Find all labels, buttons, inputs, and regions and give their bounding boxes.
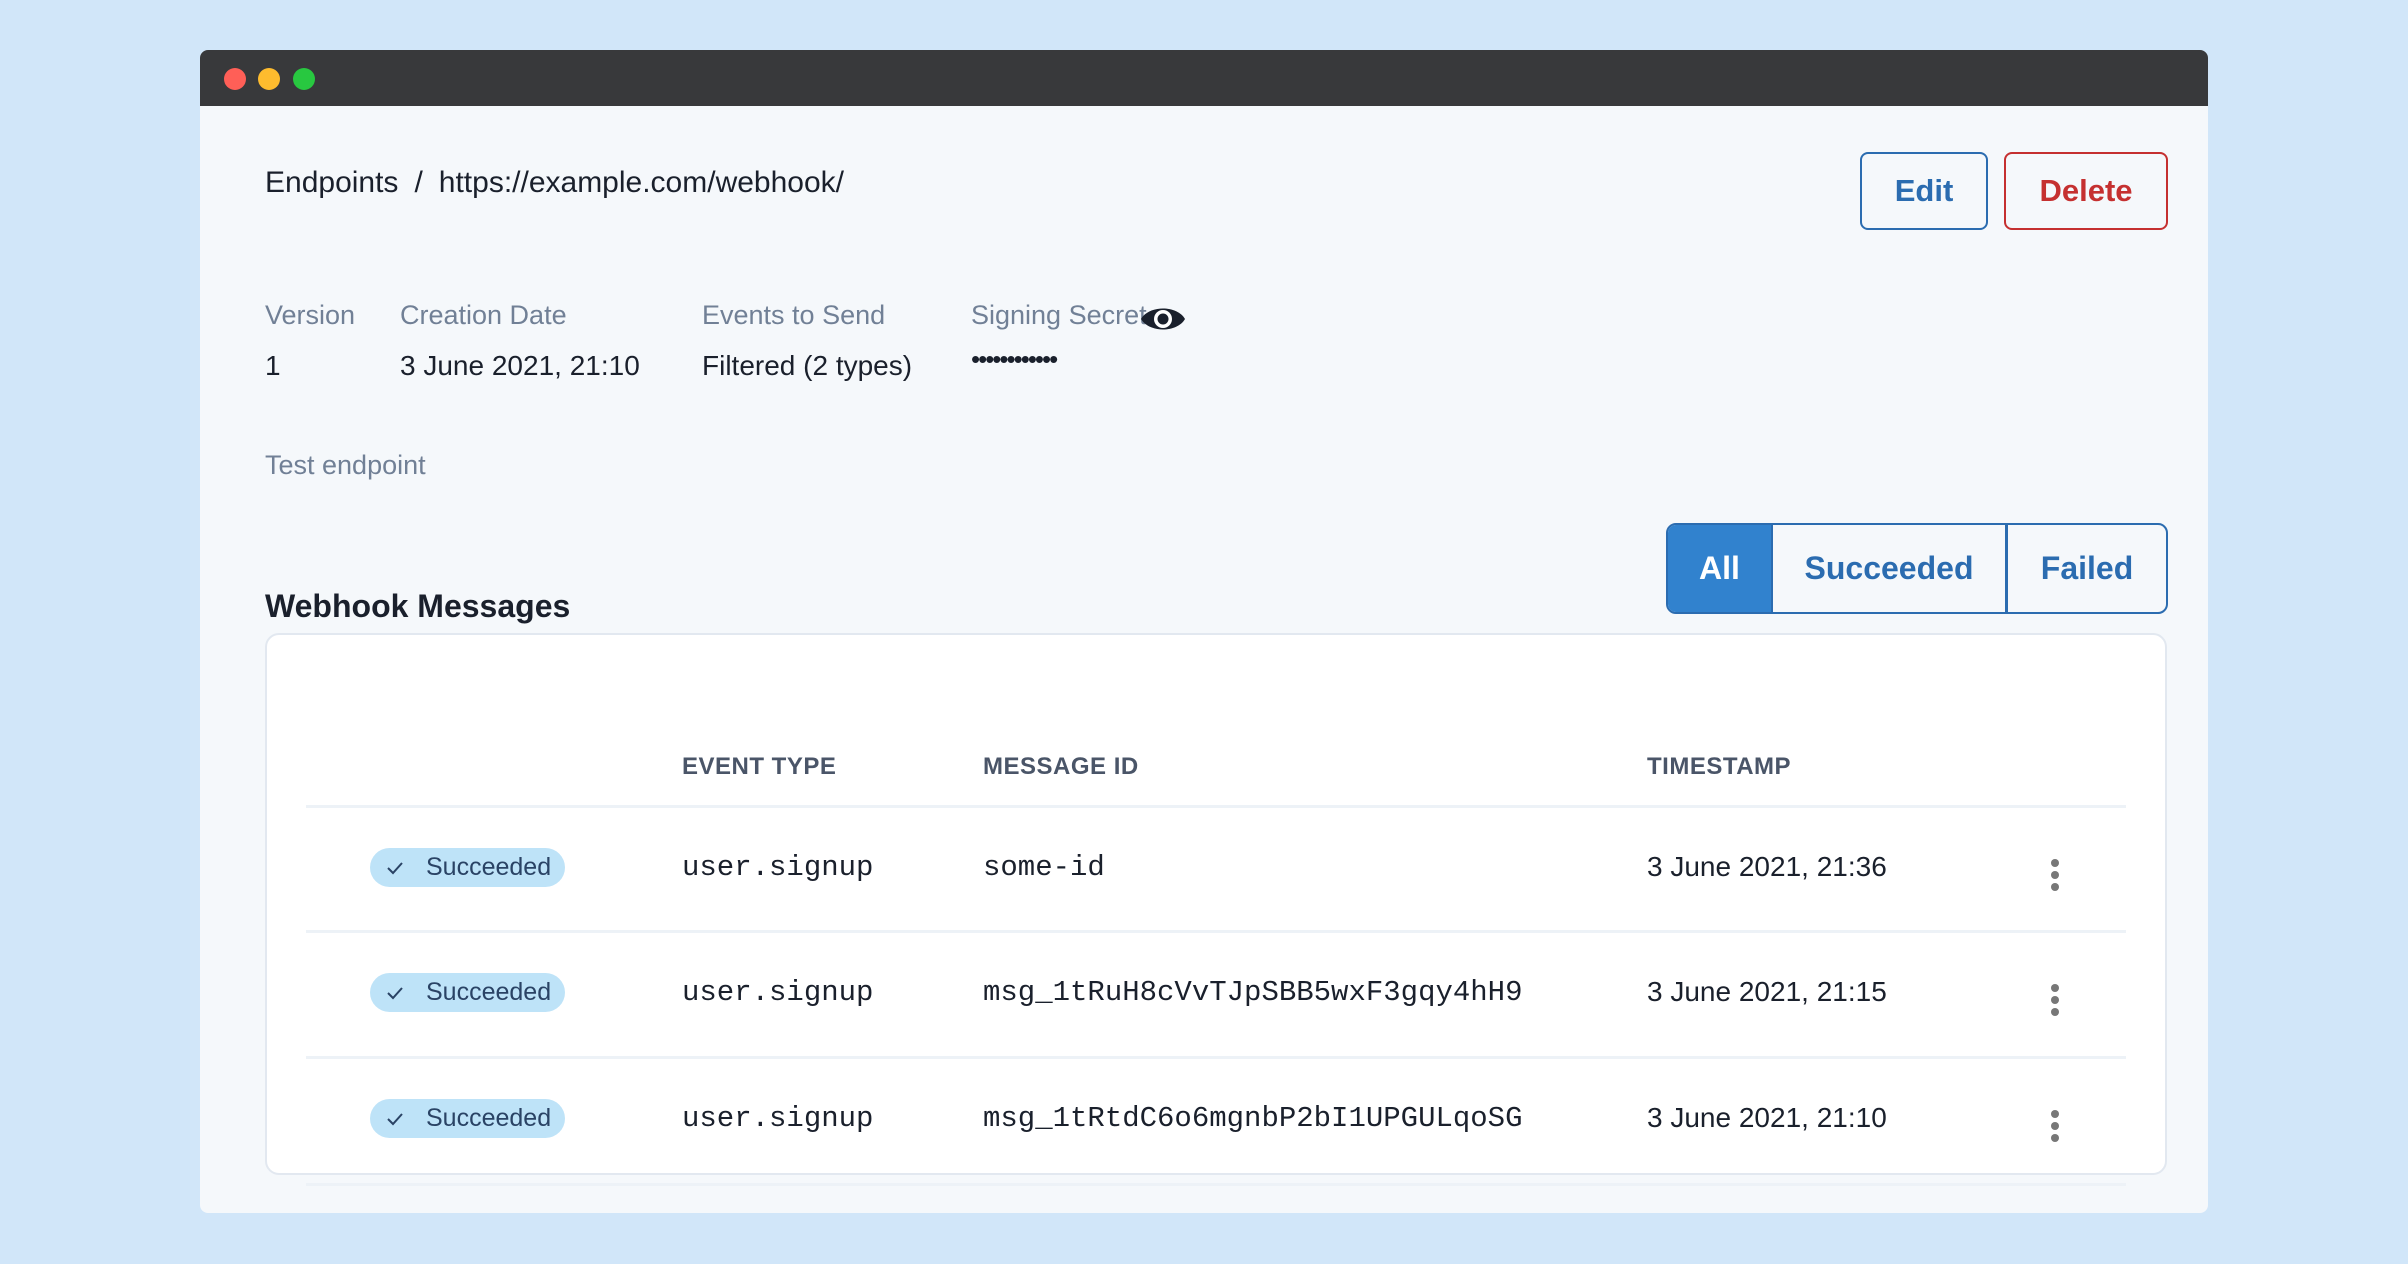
filter-all-tab[interactable]: All [1668, 525, 1771, 612]
message-id-cell: msg_1tRtdC6o6mgnbP2bI1UPGULqoSG [983, 1102, 1523, 1135]
message-filter-group: All Succeeded Failed [1666, 523, 2168, 614]
status-badge: Succeeded [370, 848, 565, 887]
table-row[interactable]: Succeeded user.signup msg_1tRuH8cVvTJpSB… [267, 932, 2165, 1058]
breadcrumb-endpoints-link[interactable]: Endpoints [265, 166, 398, 199]
status-text: Succeeded [426, 1104, 552, 1132]
maximize-window-button[interactable] [293, 68, 315, 90]
edit-button[interactable]: Edit [1860, 152, 1988, 230]
webhook-messages-title: Webhook Messages [265, 588, 571, 624]
check-icon [386, 986, 416, 1000]
table-row[interactable]: Succeeded user.signup msg_1tRtdC6o6mgnbP… [267, 1058, 2165, 1184]
column-header-message-id: MESSAGE ID [983, 753, 1139, 780]
filter-succeeded-tab[interactable]: Succeeded [1771, 525, 2008, 612]
event-type-cell: user.signup [682, 976, 874, 1009]
version-value: 1 [265, 350, 281, 381]
events-to-send-label: Events to Send [702, 300, 886, 330]
more-options-icon[interactable] [2043, 851, 2067, 895]
message-id-cell: msg_1tRuH8cVvTJpSBB5wxF3gqy4hH9 [983, 976, 1523, 1009]
column-header-timestamp: TIMESTAMP [1647, 753, 1792, 780]
eye-icon[interactable] [1140, 304, 1186, 334]
timestamp-cell: 3 June 2021, 21:36 [1647, 851, 1887, 882]
event-type-cell: user.signup [682, 1102, 874, 1135]
minimize-window-button[interactable] [258, 68, 280, 90]
more-options-icon[interactable] [2043, 1102, 2067, 1146]
filter-failed-tab[interactable]: Failed [2008, 525, 2166, 612]
check-icon [386, 861, 416, 875]
signing-secret-label: Signing Secret [971, 300, 1147, 330]
signing-secret-value: •••••••••••• [971, 344, 1058, 374]
endpoint-description: Test endpoint [265, 450, 426, 480]
status-badge: Succeeded [370, 1099, 565, 1138]
breadcrumb-current: https://example.com/webhook/ [438, 166, 844, 199]
delete-button[interactable]: Delete [2004, 152, 2168, 230]
event-type-cell: user.signup [682, 851, 874, 884]
timestamp-cell: 3 June 2021, 21:10 [1647, 1102, 1887, 1133]
close-window-button[interactable] [224, 68, 246, 90]
message-id-cell: some-id [983, 851, 1105, 884]
status-text: Succeeded [426, 853, 552, 881]
column-header-event-type: EVENT TYPE [682, 753, 837, 780]
creation-date-label: Creation Date [400, 300, 567, 330]
creation-date-value: 3 June 2021, 21:10 [400, 350, 640, 381]
events-to-send-value: Filtered (2 types) [702, 350, 913, 381]
table-row[interactable]: Succeeded user.signup some-id 3 June 202… [267, 807, 2165, 933]
breadcrumb-separator: / [414, 166, 423, 199]
more-options-icon[interactable] [2043, 976, 2067, 1020]
breadcrumb: Endpoints / https://example.com/webhook/ [265, 166, 844, 200]
row-divider [306, 1183, 2126, 1186]
check-icon [386, 1112, 416, 1126]
status-text: Succeeded [426, 978, 552, 1006]
app-window: Endpoints / https://example.com/webhook/ E… [200, 50, 2208, 1213]
window-titlebar [200, 50, 2208, 106]
version-label: Version [265, 300, 356, 330]
timestamp-cell: 3 June 2021, 21:15 [1647, 976, 1887, 1007]
messages-table: EVENT TYPE MESSAGE ID TIMESTAMP Succeede… [265, 633, 2167, 1186]
status-badge: Succeeded [370, 973, 565, 1012]
